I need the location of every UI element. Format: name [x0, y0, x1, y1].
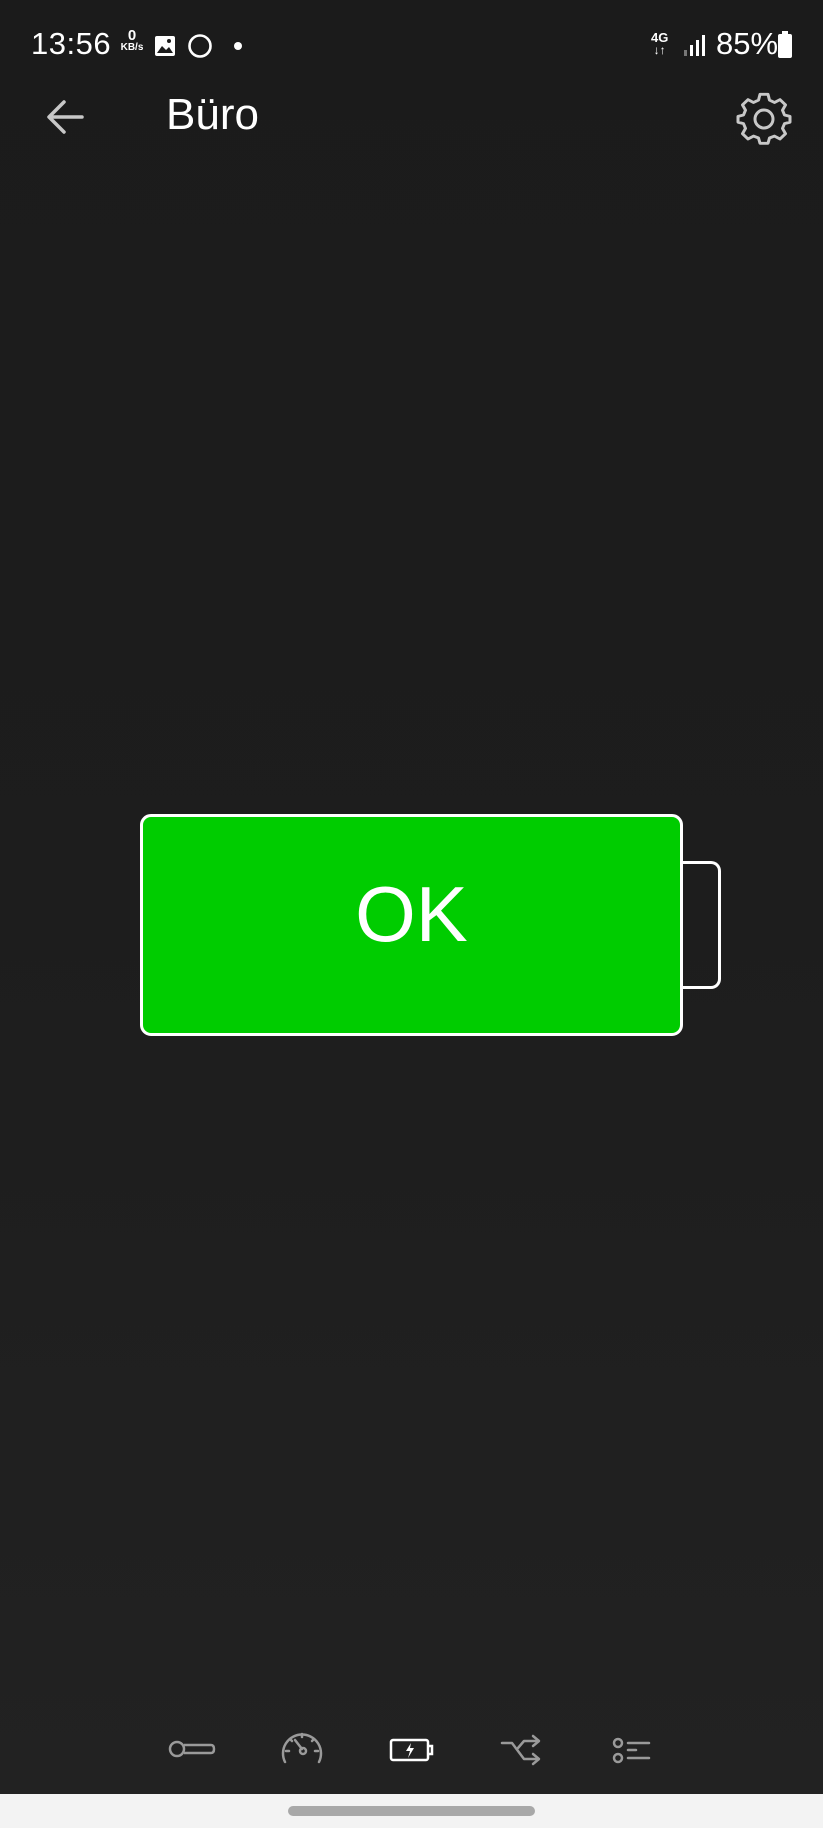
settings-button[interactable] — [736, 92, 792, 148]
app-bar: Büro — [0, 90, 823, 184]
data-arrows-icon: ↓↑ — [653, 43, 666, 57]
circle-icon — [188, 34, 212, 58]
battery-status-indicator: OK — [140, 814, 683, 1036]
list-icon — [612, 1737, 651, 1764]
status-time: 13:56 — [31, 26, 112, 61]
battery-icon — [778, 31, 792, 58]
nav-item-shuffle[interactable] — [492, 1710, 552, 1770]
battery-status-label: OK — [355, 870, 468, 958]
battery-percent: 85% — [716, 26, 779, 61]
dot-icon — [234, 42, 242, 50]
nav-item-gauge[interactable] — [272, 1710, 332, 1770]
home-gesture-handle[interactable] — [288, 1806, 535, 1816]
nav-item-temperature[interactable] — [162, 1710, 222, 1770]
bottom-navigation — [0, 1700, 823, 1780]
shuffle-icon — [500, 1734, 541, 1766]
back-button[interactable] — [38, 92, 94, 148]
network-speed-unit: KB/s — [120, 42, 144, 53]
thermometer-icon — [168, 1740, 216, 1758]
network-speed-value: 0 — [127, 27, 137, 44]
signal-icon — [684, 35, 705, 56]
battery-terminal — [681, 861, 721, 989]
gallery-icon — [155, 36, 175, 56]
battery-charging-icon — [389, 1738, 434, 1762]
page-title: Büro — [166, 90, 259, 139]
gear-icon — [736, 92, 792, 145]
nav-item-list[interactable] — [602, 1710, 662, 1770]
network-speed: 0 KB/s — [117, 27, 147, 54]
network-type: 4G ↓↑ — [651, 31, 668, 57]
arrow-left-icon — [47, 100, 84, 134]
nav-item-battery[interactable] — [382, 1710, 442, 1770]
speedometer-icon — [281, 1732, 323, 1764]
status-bar: 13:56 0 KB/s 4G ↓↑ 85% — [0, 0, 823, 92]
